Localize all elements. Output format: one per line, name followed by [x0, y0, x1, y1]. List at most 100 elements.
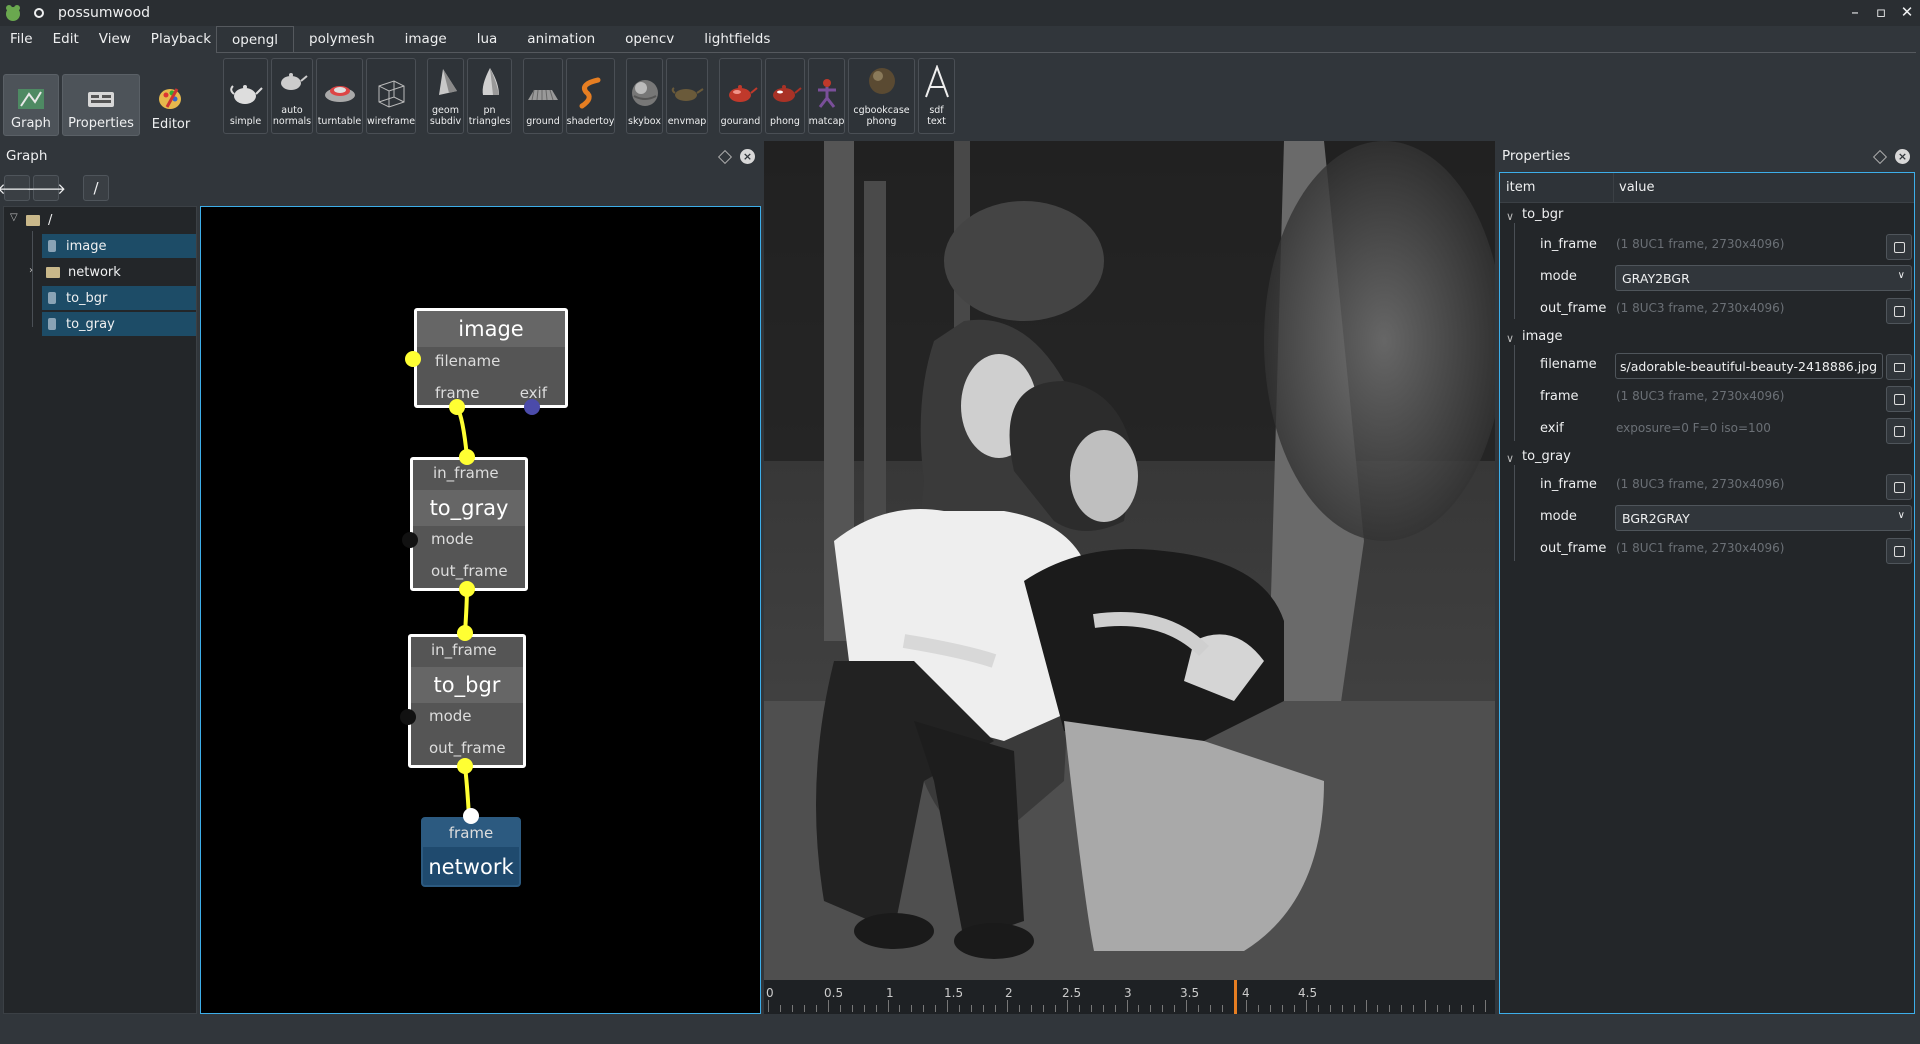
timeline-tick	[983, 1005, 985, 1012]
pin-icon[interactable]	[34, 8, 44, 18]
cube-wireframe-icon	[378, 80, 405, 108]
tree-root[interactable]: /	[26, 208, 196, 232]
properties-dock-button[interactable]: Properties	[62, 74, 140, 136]
tab-lightfields[interactable]: lightfields	[689, 26, 785, 52]
window-title: possumwood	[58, 5, 151, 21]
port-in-frame: in_frame	[431, 641, 497, 659]
menu-edit[interactable]: Edit	[43, 31, 89, 47]
editor-dock-button[interactable]: Editor	[143, 74, 199, 136]
graph-dock-button[interactable]: Graph	[3, 74, 59, 136]
tab-opengl[interactable]: opengl	[216, 26, 295, 52]
inspect-button[interactable]	[1886, 418, 1912, 444]
port-filename: filename	[435, 352, 501, 370]
port-out-frame-connector[interactable]	[459, 581, 475, 597]
group-to-bgr[interactable]: ∨ to_bgr	[1500, 204, 1914, 228]
tree-item-to-gray[interactable]: to_gray	[42, 312, 196, 336]
expand-icon[interactable]: ›	[29, 265, 33, 276]
tree-item-to-bgr[interactable]: to_bgr	[42, 286, 196, 310]
port-out-frame-connector[interactable]	[457, 758, 473, 774]
group-to-gray[interactable]: ∨ to_gray	[1500, 446, 1914, 470]
tab-animation[interactable]: animation	[512, 26, 610, 52]
timeline-tick	[1461, 1005, 1463, 1012]
collapse-icon[interactable]: ▽	[10, 212, 18, 223]
close-dock-icon[interactable]: ×	[740, 149, 755, 164]
timeline-tick	[815, 1005, 817, 1012]
tool-gourand[interactable]: gourand	[719, 58, 762, 134]
prop-row: out_frame (1 8UC3 frame, 2730x4096)	[1500, 294, 1914, 326]
float-dock-icon[interactable]	[1872, 149, 1888, 164]
node-icon	[48, 318, 56, 330]
properties-dock-label: Properties	[68, 116, 134, 131]
timeline-tick	[779, 1005, 781, 1012]
inspect-button[interactable]	[1886, 386, 1912, 412]
port-in-frame-connector[interactable]	[459, 449, 475, 465]
tab-image[interactable]: image	[390, 26, 462, 52]
tab-lua[interactable]: lua	[462, 26, 513, 52]
browse-file-button[interactable]	[1886, 354, 1912, 380]
car-icon	[324, 86, 355, 102]
menu-playback[interactable]: Playback	[141, 31, 221, 47]
tool-shadertoy[interactable]: shadertoy	[566, 58, 615, 134]
group-image[interactable]: ∨ image	[1500, 326, 1914, 350]
port-frame-connector[interactable]	[463, 808, 479, 824]
node-network[interactable]: frame network	[421, 817, 521, 887]
inspect-button[interactable]	[1886, 298, 1912, 324]
forward-button[interactable]: 🡒	[26, 175, 66, 201]
mode-combobox[interactable]: GRAY2BGR ∨	[1615, 265, 1912, 291]
tool-geom-subdiv[interactable]: geom subdiv	[427, 58, 464, 134]
tool-wireframe[interactable]: wireframe	[366, 58, 416, 134]
tree-item-image[interactable]: image	[42, 234, 196, 258]
mode-combobox[interactable]: BGR2GRAY ∨	[1615, 505, 1912, 531]
port-filename-connector[interactable]	[405, 351, 421, 367]
inspect-button[interactable]	[1886, 538, 1912, 564]
inspect-button[interactable]	[1886, 474, 1912, 500]
menu-file[interactable]: File	[0, 31, 43, 47]
prop-row: out_frame (1 8UC1 frame, 2730x4096)	[1500, 534, 1914, 566]
port-mode-connector[interactable]	[400, 709, 416, 725]
port-frame-connector[interactable]	[449, 399, 465, 415]
timeline-tick	[1090, 1005, 1092, 1012]
tool-turntable[interactable]: turntable	[316, 58, 363, 134]
tool-pn-triangles[interactable]: pn triangles	[467, 58, 512, 134]
tool-turntable-label: turntable	[317, 116, 362, 127]
port-in-frame-connector[interactable]	[457, 625, 473, 641]
minimize-button[interactable]: –	[1846, 2, 1864, 22]
tree-item-network[interactable]: network	[42, 260, 196, 284]
tool-phong[interactable]: phong	[765, 58, 805, 134]
inspect-button[interactable]	[1886, 234, 1912, 260]
timeline-tick	[827, 1000, 829, 1012]
tool-envmap[interactable]: envmap	[666, 58, 708, 134]
prop-row: in_frame (1 8UC1 frame, 2730x4096)	[1500, 230, 1914, 262]
tool-simple[interactable]: simple	[223, 58, 268, 134]
node-graph-canvas[interactable]: image filename frame exif in_frame to_gr…	[200, 206, 761, 1014]
node-image[interactable]: image filename frame exif	[414, 308, 568, 408]
menu-view[interactable]: View	[89, 31, 141, 47]
timeline-tick	[1198, 1005, 1200, 1012]
tool-matcap[interactable]: matcap	[808, 58, 845, 134]
tool-ground[interactable]: ground	[523, 58, 563, 134]
timeline-cursor[interactable]	[1234, 980, 1238, 1014]
close-dock-icon[interactable]: ×	[1895, 149, 1910, 164]
tool-sdf-text[interactable]: sdf text	[918, 58, 955, 134]
inspect-icon	[1893, 545, 1905, 557]
tool-auto-normals[interactable]: auto normals	[271, 58, 313, 134]
filename-input[interactable]: s/adorable-beautiful-beauty-2418886.jpg	[1615, 353, 1883, 379]
node-to-bgr[interactable]: in_frame to_bgr mode out_frame	[408, 634, 526, 768]
node-to-gray[interactable]: in_frame to_gray mode out_frame	[410, 457, 528, 591]
port-exif-connector[interactable]	[524, 399, 540, 415]
3d-viewport[interactable]	[764, 141, 1495, 980]
tool-cgbookcase-phong[interactable]: cgbookcase phong	[848, 58, 915, 134]
tab-polymesh[interactable]: polymesh	[294, 26, 390, 52]
group-label: to_gray	[1522, 449, 1571, 464]
maximize-button[interactable]: ▫	[1872, 2, 1890, 22]
root-path-button[interactable]: /	[83, 175, 109, 201]
timeline-tick	[923, 1005, 925, 1012]
tab-opencv[interactable]: opencv	[610, 26, 689, 52]
close-window-button[interactable]: ✕	[1898, 2, 1916, 22]
prop-key: frame	[1540, 389, 1579, 404]
port-mode-connector[interactable]	[402, 532, 418, 548]
float-dock-icon[interactable]	[717, 149, 733, 164]
properties-icon	[88, 92, 114, 107]
tool-skybox[interactable]: skybox	[626, 58, 663, 134]
timeline[interactable]: 0 0.5 1 1.5 2 2.5 3 3.5 4 4.5	[764, 980, 1495, 1014]
